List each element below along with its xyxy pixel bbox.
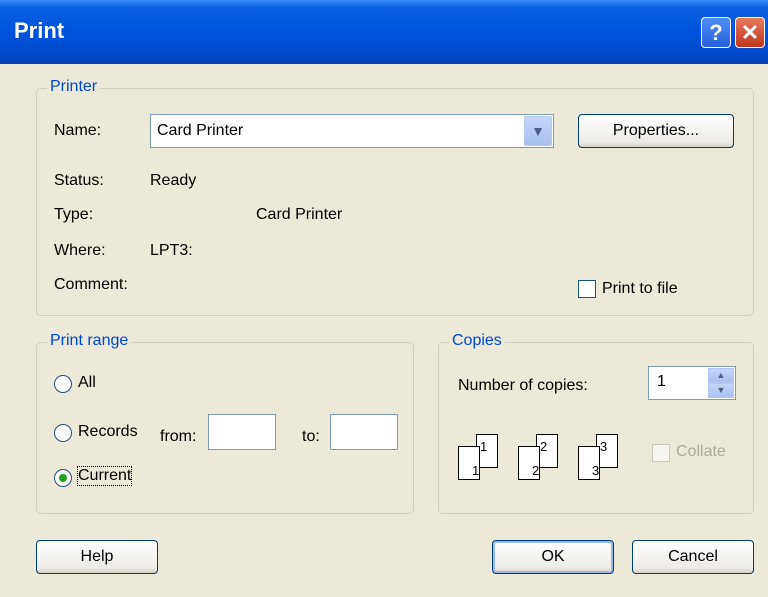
where-label: Where: xyxy=(54,242,106,259)
page-icon: 1 xyxy=(458,446,480,480)
copies-value: 1 xyxy=(657,373,666,390)
help-button[interactable]: Help xyxy=(36,540,158,574)
page-number: 3 xyxy=(592,463,600,478)
records-radio-label[interactable]: Records xyxy=(78,423,148,441)
type-value: Card Printer xyxy=(256,206,343,223)
records-radio[interactable] xyxy=(54,424,72,442)
properties-button[interactable]: Properties... xyxy=(578,114,734,148)
print-dialog: Print ? ✕ Printer Name: Card Printer ▼ P… xyxy=(0,0,768,597)
window-title: Print xyxy=(14,18,65,43)
cancel-button[interactable]: Cancel xyxy=(632,540,754,574)
page-number: 2 xyxy=(540,439,548,454)
print-range-legend: Print range xyxy=(47,332,132,350)
printer-group-legend: Printer xyxy=(47,78,101,96)
comment-label: Comment: xyxy=(54,276,128,293)
all-radio[interactable] xyxy=(54,375,72,393)
status-label: Status: xyxy=(54,172,104,189)
print-to-file-checkbox[interactable] xyxy=(578,280,596,298)
page-number: 1 xyxy=(480,439,488,454)
from-field[interactable] xyxy=(208,414,276,450)
title-bar[interactable]: Print ? ✕ xyxy=(0,0,768,64)
type-label: Type: xyxy=(54,206,94,223)
where-value: LPT3: xyxy=(150,242,193,259)
all-radio-label[interactable]: All xyxy=(78,374,96,392)
page-number: 1 xyxy=(472,463,480,478)
close-icon[interactable]: ✕ xyxy=(735,17,765,48)
status-value: Ready xyxy=(150,172,197,189)
radio-selected-dot xyxy=(59,474,67,482)
copies-legend: Copies xyxy=(449,332,505,350)
current-radio-label[interactable]: Current xyxy=(76,466,133,486)
printer-name-value: Card Printer xyxy=(157,122,244,139)
from-label: from: xyxy=(160,428,197,445)
page-icon: 3 xyxy=(578,446,600,480)
spin-up-icon[interactable]: ▲ xyxy=(708,368,734,383)
ok-button[interactable]: OK xyxy=(492,540,614,574)
help-icon[interactable]: ? xyxy=(701,17,731,48)
name-label: Name: xyxy=(54,122,102,139)
page-icon: 2 xyxy=(518,446,540,480)
page-number: 2 xyxy=(532,463,540,478)
print-to-file-label[interactable]: Print to file xyxy=(602,280,678,298)
spin-down-icon[interactable]: ▼ xyxy=(708,383,734,398)
to-field[interactable] xyxy=(330,414,398,450)
number-of-copies-label: Number of copies: xyxy=(458,377,588,394)
to-label: to: xyxy=(302,428,320,445)
chevron-down-icon[interactable]: ▼ xyxy=(524,116,552,146)
collate-checkbox[interactable] xyxy=(652,444,670,462)
current-radio[interactable] xyxy=(54,469,72,487)
page-number: 3 xyxy=(600,439,608,454)
printer-name-select[interactable]: Card Printer ▼ xyxy=(150,114,554,148)
copies-stepper[interactable]: 1 ▲ ▼ xyxy=(648,366,736,400)
collate-label[interactable]: Collate xyxy=(676,443,726,461)
